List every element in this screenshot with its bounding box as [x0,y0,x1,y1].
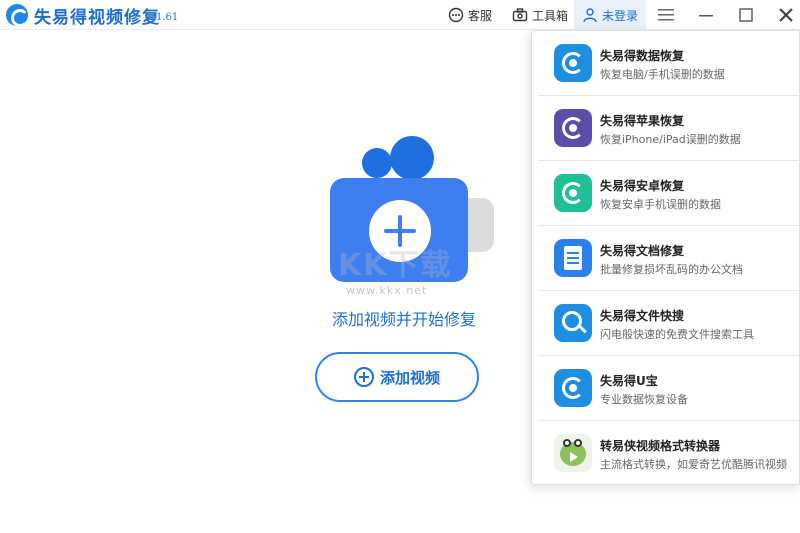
minimize-button[interactable] [686,0,726,30]
menu-item-desc: 专业数据恢复设备 [600,393,688,406]
menu-item-title: 失易得文档修复 [600,244,685,258]
customer-service-label: 客服 [468,8,493,23]
hamburger-menu-icon [658,9,674,21]
toolbox-icon [512,8,528,22]
menu-item-apple-recovery[interactable]: 失易得苹果恢复 恢复iPhone/iPad误删的数据 [532,96,800,160]
login-label: 未登录 [602,8,639,23]
document-repair-icon [554,239,592,277]
add-video-button[interactable]: 添加视频 [315,352,479,402]
minimize-icon [699,15,713,17]
watermark-text: KK下载 [338,248,453,283]
title-bar: 失易得视频修复 1.61 客服 工具箱 未登录 [0,0,800,30]
menu-item-video-converter[interactable]: 转易侠视频格式转换器 主流格式转换，如爱奇艺优酷腾讯视频 [532,421,800,485]
watermark-url: www.kkx.net [346,284,428,297]
add-video-label: 添加视频 [379,368,440,387]
menu-item-file-search[interactable]: 失易得文件快搜 闪电般快速的免费文件搜索工具 [532,291,800,355]
chat-bubble-icon [448,7,464,23]
toolbox-label: 工具箱 [532,8,569,23]
menu-item-desc: 恢复iPhone/iPad误删的数据 [600,133,741,146]
menu-item-document-repair[interactable]: 失易得文档修复 批量修复损坏乱码的办公文档 [532,226,800,290]
menu-item-desc: 闪电般快速的免费文件搜索工具 [600,328,754,341]
menu-item-title: 转易侠视频格式转换器 [600,439,721,453]
file-search-icon [554,304,592,342]
maximize-icon [739,8,753,22]
video-converter-icon [554,434,592,472]
customer-service-button[interactable]: 客服 [448,0,492,30]
menu-item-title: 失易得数据恢复 [600,49,685,63]
ubao-icon [554,369,592,407]
add-video-caption: 添加视频并开始修复 [331,310,476,329]
data-recovery-icon [554,44,592,82]
maximize-button[interactable] [726,0,766,30]
menu-item-data-recovery[interactable]: 失易得数据恢复 恢复电脑/手机误删的数据 [532,31,800,95]
user-icon [583,8,597,23]
decor-bubble [362,148,392,178]
menu-item-ubao[interactable]: 失易得U宝 专业数据恢复设备 [532,356,800,420]
menu-item-title: 失易得U宝 [600,374,658,388]
android-recovery-icon [554,174,592,212]
toolbox-dropdown: 失易得数据恢复 恢复电脑/手机误删的数据 失易得苹果恢复 恢复iPhone/iP… [531,30,800,485]
menu-item-android-recovery[interactable]: 失易得安卓恢复 恢复安卓手机误删的数据 [532,161,800,225]
close-button[interactable] [766,0,800,30]
menu-item-desc: 恢复电脑/手机误删的数据 [600,68,725,81]
plus-circle-icon [353,367,374,387]
app-logo-icon [6,4,29,27]
close-icon [779,8,793,22]
menu-item-title: 失易得文件快搜 [600,309,685,323]
menu-item-desc: 恢复安卓手机误删的数据 [600,198,721,211]
menu-item-title: 失易得安卓恢复 [600,179,685,193]
menu-item-title: 失易得苹果恢复 [600,114,685,128]
login-button[interactable]: 未登录 [574,0,646,30]
camera-lens [468,198,494,252]
decor-bubble [390,136,434,180]
app-title: 失易得视频修复 [34,8,160,28]
toolbox-button[interactable]: 工具箱 [512,0,568,30]
apple-recovery-icon [554,109,592,147]
app-version: 1.61 [156,12,179,23]
menu-item-desc: 批量修复损坏乱码的办公文档 [600,263,743,276]
menu-item-desc: 主流格式转换，如爱奇艺优酷腾讯视频 [600,458,787,471]
menu-button[interactable] [646,0,686,30]
